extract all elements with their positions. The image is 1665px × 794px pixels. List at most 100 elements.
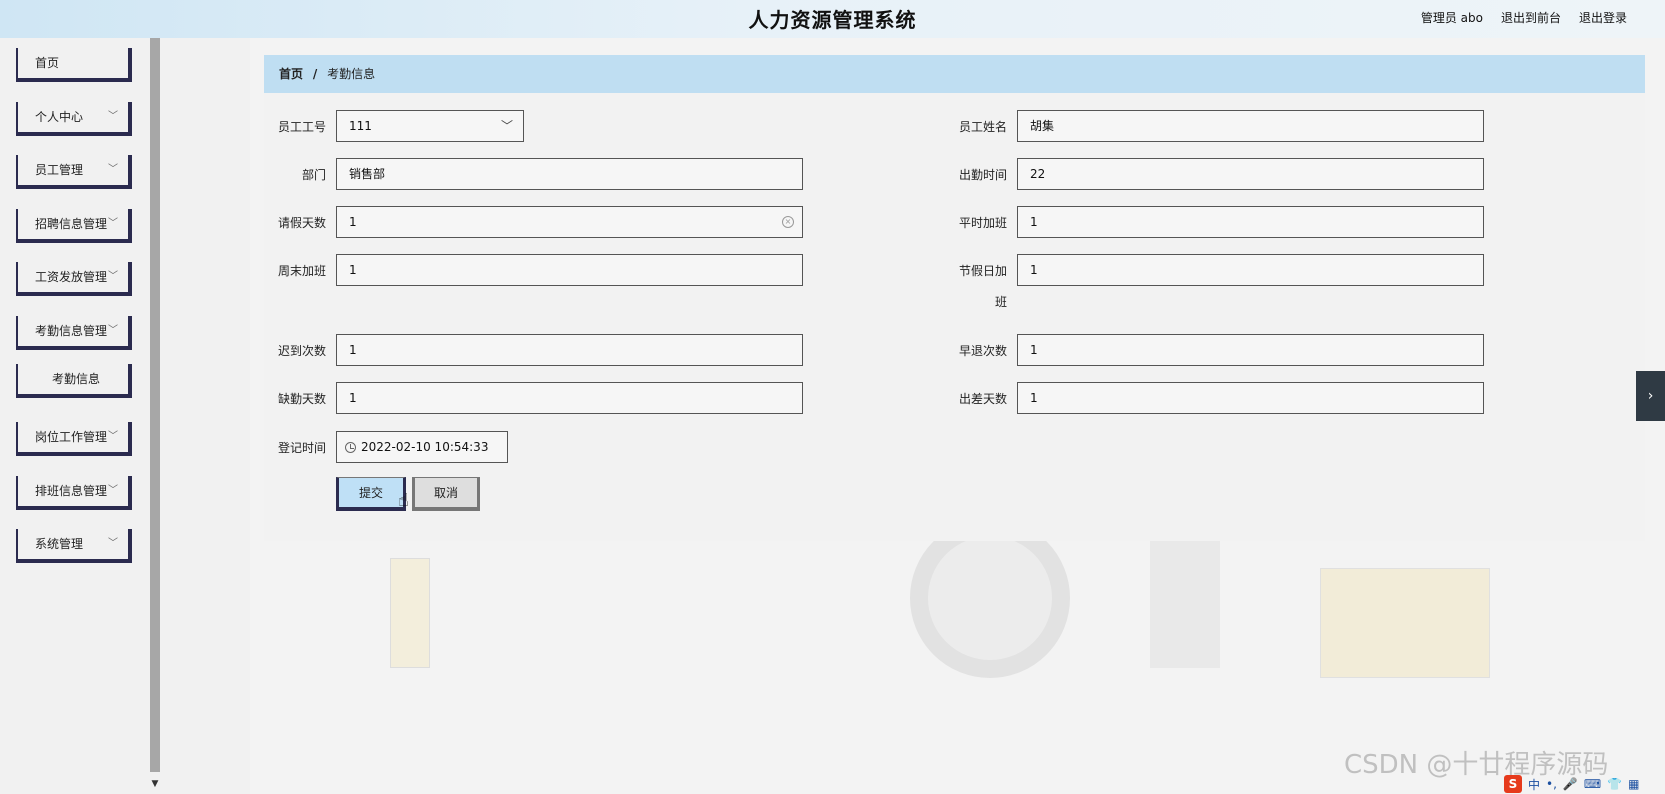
chevron-down-icon: ﹀ xyxy=(108,538,118,549)
sidebar-item-label: 首页 xyxy=(35,56,60,70)
ime-tray: S 中 •, 🎤 ⌨ 👕 ▦ xyxy=(1500,774,1665,794)
sidebar-item-label: 工资发放管理 xyxy=(35,270,108,284)
hand-cursor-icon: ☝ xyxy=(398,490,409,511)
sidebar-item-label: 岗位工作管理 xyxy=(35,430,108,444)
emp-no-label: 员工工号 xyxy=(277,120,326,134)
late-count-field[interactable]: 1 xyxy=(336,334,803,366)
trip-days-field[interactable]: 1 xyxy=(1017,382,1484,414)
dept-field[interactable]: 销售部 xyxy=(336,158,803,190)
leave-days-field[interactable]: 1 × xyxy=(336,206,803,238)
emp-name-field[interactable]: 胡集 xyxy=(1017,110,1484,142)
weekday-ot-value: 1 xyxy=(1030,215,1038,229)
attend-label: 出勤时间 xyxy=(958,168,1007,182)
top-header: 人力资源管理系统 管理员 abo 退出到前台 退出登录 xyxy=(0,0,1665,38)
sidebar-item-attendance-management[interactable]: 考勤信息管理 ﹀ xyxy=(16,316,132,350)
keyboard-icon[interactable]: ⌨ xyxy=(1584,777,1601,791)
weekend-ot-value: 1 xyxy=(349,263,357,277)
leave-value: 1 xyxy=(349,215,357,229)
clear-icon[interactable]: × xyxy=(782,216,794,228)
holiday-ot-label: 节假日加 xyxy=(958,264,1007,278)
clock-icon xyxy=(345,442,356,453)
weekday-ot-label: 平时加班 xyxy=(958,216,1007,230)
record-time-picker[interactable]: 2022-02-10 10:54:33 xyxy=(336,431,508,463)
sogou-ime-icon[interactable]: S xyxy=(1504,775,1522,793)
exit-to-frontend-link[interactable]: 退出到前台 xyxy=(1501,9,1561,26)
decor-roll-shape xyxy=(910,518,1070,678)
trip-value: 1 xyxy=(1030,391,1038,405)
ime-mode-label[interactable]: 中 xyxy=(1528,776,1540,793)
breadcrumb-separator: / xyxy=(312,67,318,81)
holiday-ot-label-wrap: 班 xyxy=(994,295,1007,309)
sidebar-item-label: 考勤信息管理 xyxy=(35,324,108,338)
chevron-right-icon: › xyxy=(1647,388,1654,404)
sidebar xyxy=(0,38,150,794)
absent-days-field[interactable]: 1 xyxy=(336,382,803,414)
sidebar-item-label: 排班信息管理 xyxy=(35,484,108,498)
sidebar-item-shift-schedule[interactable]: 排班信息管理 ﹀ xyxy=(16,476,132,510)
breadcrumb: 首页 / 考勤信息 xyxy=(264,55,1645,93)
late-value: 1 xyxy=(349,343,357,357)
emp-no-select[interactable]: 111 ﹀ xyxy=(336,110,524,142)
side-panel-toggle[interactable]: › xyxy=(1636,371,1665,421)
chevron-down-icon: ﹀ xyxy=(108,325,118,336)
trip-label: 出差天数 xyxy=(958,392,1007,406)
submit-button[interactable]: 提交 xyxy=(336,477,406,511)
current-user-label: 管理员 abo xyxy=(1420,11,1483,25)
sidebar-item-label: 系统管理 xyxy=(35,537,84,551)
sidebar-item-payroll[interactable]: 工资发放管理 ﹀ xyxy=(16,262,132,296)
early-leave-label: 早退次数 xyxy=(958,344,1007,358)
sidebar-scrollbar[interactable] xyxy=(150,38,160,772)
breadcrumb-current: 考勤信息 xyxy=(327,67,376,81)
late-label: 迟到次数 xyxy=(277,344,326,358)
sidebar-item-position-work[interactable]: 岗位工作管理 ﹀ xyxy=(16,422,132,456)
attend-value: 22 xyxy=(1030,167,1046,181)
early-leave-field[interactable]: 1 xyxy=(1017,334,1484,366)
emp-no-value: 111 xyxy=(349,119,372,133)
breadcrumb-home[interactable]: 首页 xyxy=(279,67,303,81)
sidebar-item-recruitment[interactable]: 招聘信息管理 ﹀ xyxy=(16,209,132,243)
chevron-down-icon: ﹀ xyxy=(108,431,118,442)
chevron-down-icon: ﹀ xyxy=(108,485,118,496)
attend-field[interactable]: 22 xyxy=(1017,158,1484,190)
sidebar-subitem-attendance-info[interactable]: 考勤信息 xyxy=(16,364,132,398)
sidebar-item-employee-management[interactable]: 员工管理 ﹀ xyxy=(16,155,132,189)
record-time-label: 登记时间 xyxy=(277,441,326,455)
header-links: 管理员 abo 退出到前台 退出登录 xyxy=(1421,9,1627,26)
chevron-down-icon: ﹀ xyxy=(108,111,118,122)
record-time-value: 2022-02-10 10:54:33 xyxy=(361,440,489,454)
dept-value: 销售部 xyxy=(349,167,386,181)
weekend-ot-label: 周末加班 xyxy=(277,264,326,278)
absent-value: 1 xyxy=(349,391,357,405)
skin-icon[interactable]: 👕 xyxy=(1607,777,1622,791)
dept-label: 部门 xyxy=(301,168,326,182)
sidebar-item-home[interactable]: 首页 xyxy=(16,48,132,82)
sidebar-item-personal-center[interactable]: 个人中心 ﹀ xyxy=(16,102,132,136)
absent-label: 缺勤天数 xyxy=(277,392,326,406)
logout-link[interactable]: 退出登录 xyxy=(1579,9,1627,26)
chevron-down-icon: ﹀ xyxy=(108,164,118,175)
sidebar-item-label: 员工管理 xyxy=(35,163,84,177)
punctuation-icon[interactable]: •, xyxy=(1546,777,1557,791)
sidebar-item-label: 个人中心 xyxy=(35,110,84,124)
holiday-ot-field[interactable]: 1 xyxy=(1017,254,1484,286)
grid-icon[interactable]: ▦ xyxy=(1628,777,1639,791)
emp-name-value: 胡集 xyxy=(1030,119,1055,133)
decor-shape xyxy=(390,558,430,668)
decor-box xyxy=(1320,568,1490,678)
holiday-ot-value: 1 xyxy=(1030,263,1038,277)
scroll-down-arrow-icon[interactable]: ▼ xyxy=(150,772,160,794)
cancel-button[interactable]: 取消 xyxy=(412,477,480,511)
sidebar-item-system-management[interactable]: 系统管理 ﹀ xyxy=(16,529,132,563)
chevron-down-icon: ﹀ xyxy=(500,119,513,133)
microphone-icon[interactable]: 🎤 xyxy=(1563,777,1578,791)
leave-label: 请假天数 xyxy=(277,216,326,230)
early-leave-value: 1 xyxy=(1030,343,1038,357)
chevron-down-icon: ﹀ xyxy=(108,271,118,282)
sidebar-item-label: 招聘信息管理 xyxy=(35,217,108,231)
weekend-ot-field[interactable]: 1 xyxy=(336,254,803,286)
app-title: 人力资源管理系统 xyxy=(748,8,917,32)
sidebar-item-label: 考勤信息 xyxy=(52,372,101,386)
weekday-ot-field[interactable]: 1 xyxy=(1017,206,1484,238)
chevron-down-icon: ﹀ xyxy=(108,218,118,229)
emp-name-label: 员工姓名 xyxy=(958,120,1007,134)
